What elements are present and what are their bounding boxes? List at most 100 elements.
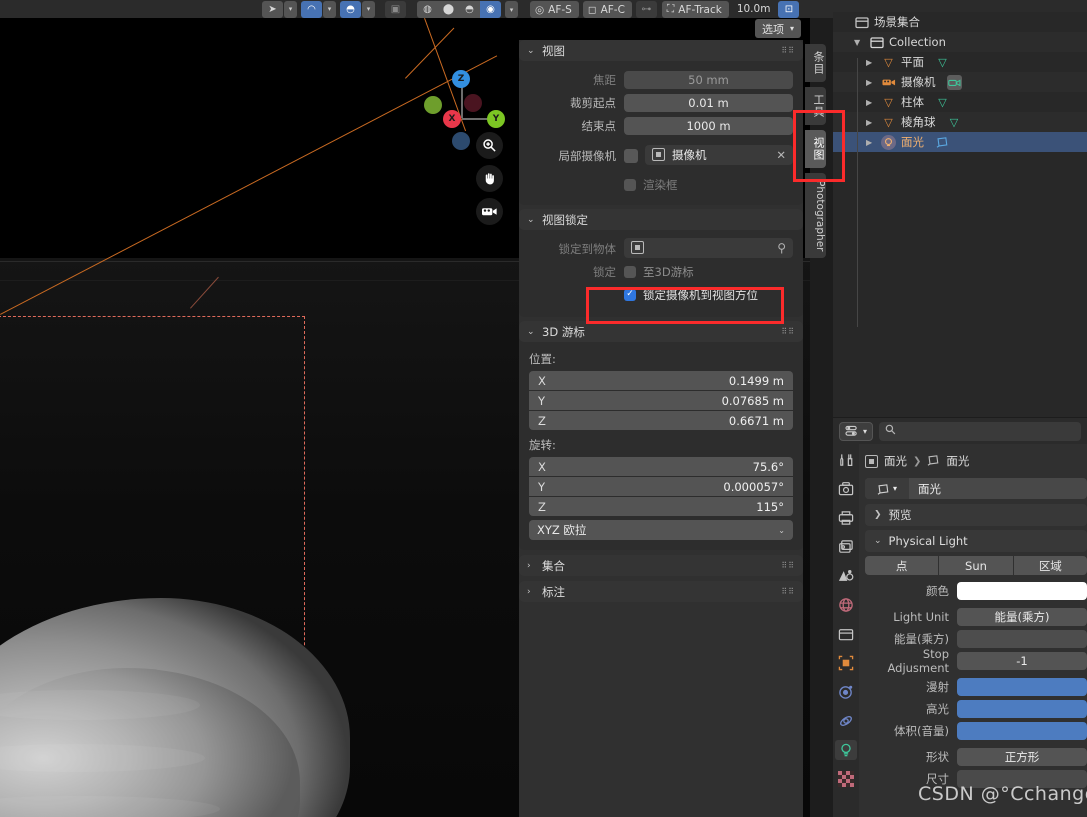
- chevron-down-icon[interactable]: ▾: [362, 0, 375, 18]
- shading-rendered-icon[interactable]: ◉: [480, 1, 501, 18]
- outliner-item-camera[interactable]: ▶ 摄像机: [833, 72, 1087, 92]
- local-camera-toggle[interactable]: [624, 148, 638, 163]
- af-s-button[interactable]: ◎ AF-S: [530, 1, 579, 18]
- outliner-item-plane[interactable]: ▶ ▽ 平面 ▽: [833, 52, 1087, 72]
- power-field[interactable]: [957, 630, 1087, 648]
- tab-physics-icon[interactable]: [835, 711, 857, 731]
- chevron-down-icon[interactable]: ▾: [284, 0, 297, 18]
- cursor-location-x[interactable]: X 0.1499 m: [529, 371, 793, 390]
- navigation-gizmo[interactable]: Z Y X: [418, 64, 510, 150]
- outliner-item-icosphere[interactable]: ▶ ▽ 棱角球 ▽: [833, 112, 1087, 132]
- shading-material-icon[interactable]: ◓: [459, 1, 480, 18]
- clip-end-field[interactable]: 1000 m: [624, 116, 793, 135]
- sidebar-tab-item[interactable]: 条目: [805, 44, 826, 82]
- sidebar-tab-view[interactable]: 视图: [805, 130, 826, 168]
- tab-object-icon[interactable]: [835, 653, 857, 673]
- diffuse-slider[interactable]: [957, 678, 1087, 696]
- shading-wireframe-icon[interactable]: ◍: [417, 1, 438, 18]
- view-lock-panel-header[interactable]: ⌄ 视图锁定: [519, 209, 803, 230]
- overlay-toggle-icon[interactable]: ▣: [385, 1, 406, 18]
- gizmo-axis-neg-x[interactable]: [424, 96, 442, 114]
- gizmo-axis-z[interactable]: Z: [452, 70, 470, 88]
- drag-grip-icon[interactable]: ⠿⠿: [781, 588, 795, 596]
- tab-collection-icon[interactable]: [835, 624, 857, 644]
- light-data-icon[interactable]: [935, 135, 950, 150]
- measure-tool-group[interactable]: ◠ ▾: [301, 0, 336, 18]
- lock-object-field[interactable]: ⚲: [624, 237, 793, 258]
- tab-scene-icon[interactable]: [835, 566, 857, 586]
- collections-panel-header[interactable]: › 集合 ⠿⠿: [519, 555, 803, 576]
- outliner-collection[interactable]: ▼ Collection: [833, 32, 1087, 52]
- shape-dropdown[interactable]: 正方形: [957, 748, 1087, 766]
- light-unit-dropdown[interactable]: 能量(乘方): [957, 608, 1087, 626]
- clip-start-field[interactable]: 0.01 m: [624, 93, 793, 112]
- shading-options-chevron-icon[interactable]: ▾: [505, 1, 518, 18]
- tab-tool-icon[interactable]: [835, 450, 857, 470]
- datablock-name-field[interactable]: ▾ 面光: [865, 478, 1087, 499]
- chevron-right-icon[interactable]: ▶: [866, 78, 876, 87]
- breadcrumb-object[interactable]: 面光: [884, 453, 907, 469]
- shading-mode-group[interactable]: ◍ ⬤ ◓ ◉: [417, 1, 501, 18]
- chevron-right-icon[interactable]: ▶: [866, 98, 876, 107]
- close-icon[interactable]: ✕: [776, 148, 786, 162]
- mesh-data-icon[interactable]: ▽: [935, 55, 950, 70]
- chevron-down-icon[interactable]: ▾: [323, 0, 336, 18]
- snap-tool-group[interactable]: ◓ ▾: [340, 0, 375, 18]
- properties-search-input[interactable]: [879, 421, 1081, 441]
- hand-icon[interactable]: [476, 165, 503, 192]
- cursor-rotation-y[interactable]: Y 0.000057°: [529, 477, 793, 496]
- gizmo-axis-neg-y[interactable]: [464, 94, 482, 112]
- tab-modifiers-icon[interactable]: [835, 682, 857, 702]
- light-type-sun[interactable]: Sun: [939, 556, 1013, 575]
- cursor-rotation-x[interactable]: X 75.6°: [529, 457, 793, 476]
- breadcrumb-data[interactable]: 面光: [946, 453, 969, 469]
- outliner-scene-collection[interactable]: 场景集合: [833, 12, 1087, 32]
- cursor-tool-group[interactable]: ➤ ▾: [262, 0, 297, 18]
- preview-section-header[interactable]: ❯ 预览: [865, 504, 1087, 526]
- cursor-rotation-z[interactable]: Z 115°: [529, 497, 793, 516]
- zoom-icon[interactable]: [476, 132, 503, 159]
- light-color-swatch[interactable]: [957, 582, 1087, 600]
- tab-material-icon[interactable]: [835, 769, 857, 789]
- camera-data-icon[interactable]: [946, 74, 962, 90]
- sidebar-tab-tool[interactable]: 工具: [805, 87, 826, 125]
- physical-light-section-header[interactable]: ⌄ Physical Light: [865, 530, 1087, 552]
- rotation-mode-dropdown[interactable]: XYZ 欧拉 ⌄: [529, 520, 793, 540]
- chevron-right-icon[interactable]: ▶: [866, 138, 876, 147]
- eyedropper-icon[interactable]: ⚲: [777, 241, 786, 255]
- mesh-data-icon[interactable]: ▽: [935, 95, 950, 110]
- outliner-item-cylinder[interactable]: ▶ ▽ 柱体 ▽: [833, 92, 1087, 112]
- sidebar-tab-photographer[interactable]: Photographer: [805, 173, 826, 259]
- gizmo-axis-x[interactable]: X: [443, 110, 461, 128]
- local-camera-field[interactable]: 摄像机 ✕: [645, 144, 793, 165]
- light-type-point[interactable]: 点: [865, 556, 939, 575]
- lock-camera-to-view-checkbox[interactable]: ✓: [624, 288, 636, 301]
- chevron-down-icon[interactable]: ▼: [854, 38, 864, 47]
- render-border-checkbox[interactable]: [624, 178, 636, 191]
- chevron-right-icon[interactable]: ▶: [866, 118, 876, 127]
- view-panel-header[interactable]: ⌄ 视图 ⠿⠿: [519, 40, 803, 61]
- focus-distance-value[interactable]: 10.0m: [733, 1, 775, 18]
- viewport-options-dropdown[interactable]: 选项 ▾: [754, 19, 801, 38]
- focal-length-field[interactable]: 50 mm: [624, 70, 793, 89]
- tab-view-layer-icon[interactable]: [835, 537, 857, 557]
- chevron-right-icon[interactable]: ▶: [866, 58, 876, 67]
- tab-output-icon[interactable]: [835, 508, 857, 528]
- tab-world-icon[interactable]: [835, 595, 857, 615]
- editor-type-dropdown[interactable]: ▾: [839, 421, 874, 441]
- focus-lock-icon[interactable]: ⊡: [778, 1, 800, 18]
- cursor-3d-panel-header[interactable]: ⌄ 3D 游标 ⠿⠿: [519, 321, 803, 342]
- shading-solid-icon[interactable]: ⬤: [438, 1, 459, 18]
- cursor-location-y[interactable]: Y 0.07685 m: [529, 391, 793, 410]
- stop-adjustment-field[interactable]: -1: [957, 652, 1087, 670]
- gizmo-axis-y[interactable]: Y: [487, 110, 505, 128]
- af-c-button[interactable]: ◻ AF-C: [582, 1, 632, 18]
- lock-to-cursor-checkbox[interactable]: [624, 265, 636, 278]
- drag-grip-icon[interactable]: ⠿⠿: [781, 562, 795, 570]
- cursor-tool-icon[interactable]: ➤: [262, 0, 283, 18]
- cursor-location-z[interactable]: Z 0.6671 m: [529, 411, 793, 430]
- specular-slider[interactable]: [957, 700, 1087, 718]
- light-type-area[interactable]: 区域: [1013, 556, 1087, 575]
- outliner-item-area-light[interactable]: ▶ 面光: [833, 132, 1087, 152]
- af-track-button[interactable]: ⛶ AF-Track: [661, 1, 729, 18]
